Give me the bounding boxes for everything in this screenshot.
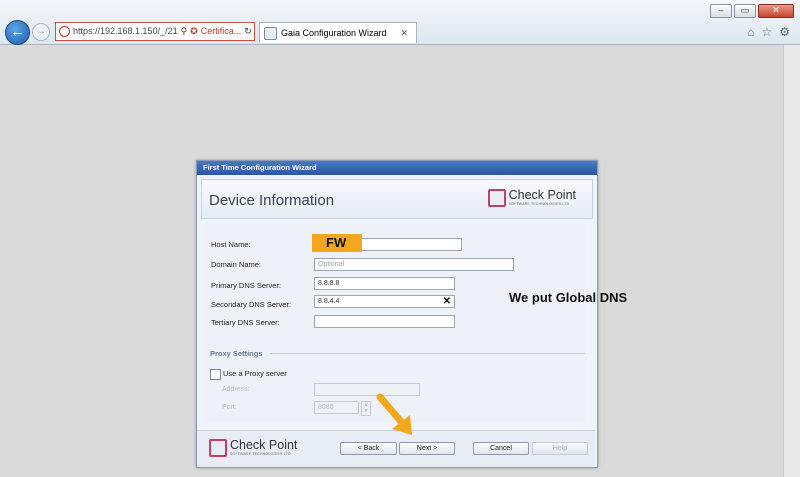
primary-dns-input[interactable]: 8.8.8.8 <box>314 277 455 290</box>
cancel-button[interactable]: Cancel <box>473 442 529 455</box>
favorites-star-icon[interactable]: ☆ <box>761 25 772 39</box>
minimize-button[interactable]: – <box>710 4 732 18</box>
tab-close-icon[interactable]: ✕ <box>400 23 408 43</box>
secondary-dns-value: 8.8.4.4 <box>318 298 340 305</box>
address-url: https://192.168.1.150/_/21 <box>73 26 178 36</box>
section-divider <box>270 353 585 354</box>
page-title: Device Information <box>209 192 335 209</box>
use-proxy-label: Use a Proxy server <box>223 369 287 378</box>
use-proxy-checkbox[interactable] <box>210 369 221 380</box>
tertiary-dns-input[interactable] <box>314 315 455 328</box>
browser-chrome: – ▭ ✕ ← → https://192.168.1.150/_/21 ⚲ ✪… <box>0 0 800 45</box>
global-dns-note: We put Global DNS <box>509 290 628 305</box>
tab-title: Gaia Configuration Wizard <box>281 28 387 38</box>
footer-logo-subtext: SOFTWARE TECHNOLOGIES LTD. <box>230 452 292 456</box>
cert-error-icon[interactable]: ✪ <box>190 23 198 40</box>
tab-favicon-icon <box>264 26 277 40</box>
back-button[interactable]: ← <box>5 20 30 45</box>
search-icon[interactable]: ⚲ <box>181 23 188 40</box>
domain-name-label: Domain Name: <box>211 260 262 269</box>
arrow-pointer-icon <box>376 393 412 435</box>
forward-button[interactable]: → <box>32 23 50 41</box>
next-button[interactable]: Next > <box>399 442 455 455</box>
proxy-settings-heading: Proxy Settings <box>210 349 263 358</box>
secondary-dns-input[interactable]: 8.8.4.4 ✕ <box>314 295 455 308</box>
refresh-icon[interactable]: ↻ <box>244 23 252 40</box>
wizard-header: Device Information Check Point SOFTWARE … <box>201 179 593 219</box>
fw-annotation-label: FW <box>312 234 362 252</box>
help-button[interactable]: Help <box>532 442 588 455</box>
logo-subtext: SOFTWARE TECHNOLOGIES LTD. <box>508 202 571 206</box>
vertical-scrollbar[interactable] <box>783 45 800 477</box>
page-icon <box>59 26 70 37</box>
certificate-error-label[interactable]: Certifica... <box>201 23 242 40</box>
maximize-button[interactable]: ▭ <box>734 4 756 18</box>
wizard-title-bar: First Time Configuration Wizard <box>197 161 597 175</box>
footer-logo-text: Check Point <box>230 438 298 452</box>
secondary-dns-label: Secondary DNS Server: <box>211 300 292 309</box>
host-name-label: Host Name: <box>211 240 251 249</box>
domain-name-input[interactable]: Optional <box>314 258 514 271</box>
window-controls: – ▭ ✕ <box>710 4 794 18</box>
address-bar[interactable]: https://192.168.1.150/_/21 ⚲ ✪ Certifica… <box>55 22 255 41</box>
settings-gear-icon[interactable]: ⚙ <box>779 25 790 39</box>
proxy-address-label: Address: <box>222 386 250 393</box>
home-icon[interactable]: ⌂ <box>747 25 754 39</box>
port-spinner[interactable]: ▲ ▼ <box>361 401 371 416</box>
footer-logo-icon <box>209 439 227 457</box>
tab-gaia-configuration-wizard[interactable]: Gaia Configuration Wizard ✕ <box>259 22 417 43</box>
check-point-logo: Check Point SOFTWARE TECHNOLOGIES LTD. <box>487 188 576 207</box>
check-point-logo-icon <box>487 189 506 207</box>
clear-input-icon[interactable]: ✕ <box>443 296 451 308</box>
primary-dns-label: Primary DNS Server: <box>211 281 282 290</box>
proxy-port-label: Port: <box>222 404 237 411</box>
logo-text: Check Point <box>508 188 576 202</box>
footer-check-point-logo: Check Point SOFTWARE TECHNOLOGIES LTD. <box>209 439 297 457</box>
back-wizard-button[interactable]: < Back <box>340 442 397 455</box>
close-window-button[interactable]: ✕ <box>758 4 794 18</box>
tertiary-dns-label: Tertiary DNS Server: <box>211 318 280 327</box>
proxy-port-input[interactable]: 8080 <box>314 401 359 414</box>
browser-toolbar-icons: ⌂ ☆ ⚙ <box>747 25 790 39</box>
